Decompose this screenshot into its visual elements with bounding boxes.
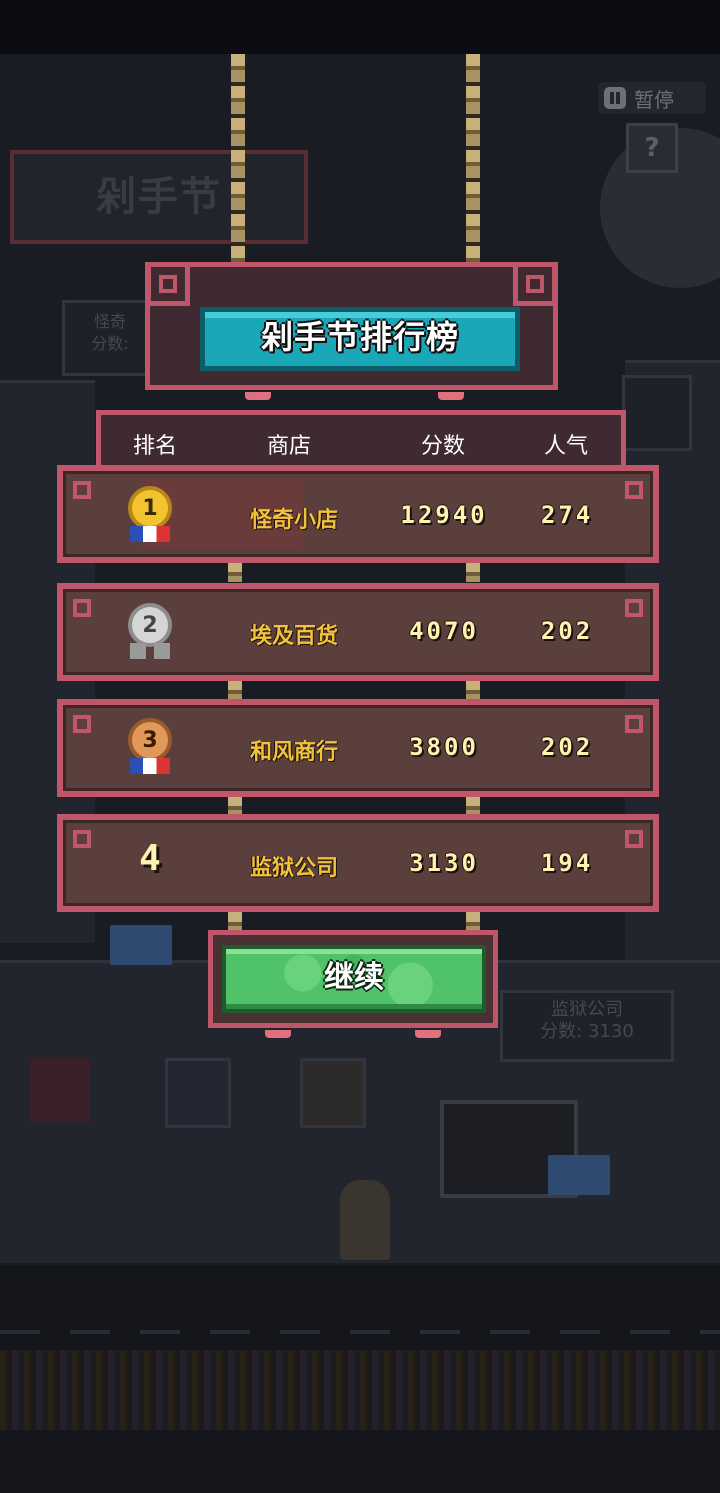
bg-board-name: 监狱公司 xyxy=(551,999,623,1020)
chain-link xyxy=(466,560,480,582)
chain-link xyxy=(466,794,480,816)
chain-link xyxy=(466,910,480,932)
rank-2: 2 xyxy=(142,613,158,638)
corner-ornament xyxy=(73,715,91,733)
lantern-left xyxy=(245,392,271,400)
row-3-shop: 和风商行 xyxy=(249,740,338,765)
corner-ornament xyxy=(625,481,643,499)
help-button[interactable]: ? xyxy=(626,123,678,173)
row-4-shop: 监狱公司 xyxy=(249,856,338,881)
chain-link xyxy=(228,678,242,700)
corner-ornament xyxy=(73,599,91,617)
shopkeeper xyxy=(340,1180,390,1260)
cash-register xyxy=(110,925,172,965)
chain-link xyxy=(466,678,480,700)
lantern-left xyxy=(265,1030,291,1038)
top-bar xyxy=(0,0,720,54)
street-lane xyxy=(0,1330,720,1334)
ribbon-icon xyxy=(130,758,170,774)
bg-rival-board: 怪奇 分数: xyxy=(62,300,158,376)
chain-right xyxy=(466,54,480,269)
chain-link xyxy=(228,794,242,816)
ribbon-icon xyxy=(130,643,170,659)
pause-label: 暂停 xyxy=(634,87,674,112)
bg-rival-score-label: 分数: xyxy=(91,334,129,353)
header-rank: 排名 xyxy=(132,434,177,459)
header-score: 分数 xyxy=(420,434,465,459)
header-popularity: 人气 xyxy=(543,434,588,459)
row-2-popularity: 202 xyxy=(540,617,594,645)
corner-ornament xyxy=(625,599,643,617)
help-icon: ? xyxy=(644,133,660,163)
silver-medal-icon: 2 xyxy=(128,603,172,647)
bg-board-score: 分数: 3130 xyxy=(540,1021,634,1042)
row-4-score: 3130 xyxy=(409,849,479,877)
row-2-score: 4070 xyxy=(409,617,479,645)
bg-item xyxy=(30,1058,90,1122)
header-shop: 商店 xyxy=(266,434,311,459)
lantern-right xyxy=(438,392,464,400)
corner-ornament xyxy=(73,830,91,848)
rank-1: 1 xyxy=(142,496,158,521)
pause-button[interactable]: 暂停 xyxy=(598,82,706,114)
cash-register xyxy=(548,1155,610,1195)
bg-score-board: 监狱公司 分数: 3130 xyxy=(500,990,674,1062)
knot-ornament-left xyxy=(146,262,190,306)
row-4-popularity: 194 xyxy=(540,849,594,877)
row-3-popularity: 202 xyxy=(540,733,594,761)
crowd xyxy=(0,1350,720,1430)
corner-ornament xyxy=(625,830,643,848)
event-sign: 剁手节 xyxy=(10,150,308,244)
corner-ornament xyxy=(73,481,91,499)
lantern-right xyxy=(415,1030,441,1038)
gold-medal-icon: 1 xyxy=(128,486,172,530)
bronze-medal-icon: 3 xyxy=(128,718,172,762)
row-2-shop: 埃及百货 xyxy=(249,624,338,649)
pause-icon xyxy=(604,87,626,109)
row-3-score: 3800 xyxy=(409,733,479,761)
leaderboard-title: 剁手节排行榜 xyxy=(260,318,459,356)
ribbon-icon xyxy=(130,526,170,542)
chain-link xyxy=(228,560,242,582)
bg-item xyxy=(165,1058,231,1128)
rank-3: 3 xyxy=(142,728,158,753)
row-1-score: 12940 xyxy=(400,501,488,529)
corner-ornament xyxy=(625,715,643,733)
knot-ornament-right xyxy=(513,262,557,306)
rank-4: 4 xyxy=(139,838,161,879)
row-1-shop: 怪奇小店 xyxy=(249,508,338,533)
row-1-popularity: 274 xyxy=(540,501,594,529)
event-sign-text: 剁手节 xyxy=(96,174,222,220)
chain-left xyxy=(231,54,245,269)
continue-button-label[interactable]: 继续 xyxy=(222,945,486,1013)
bg-item xyxy=(300,1058,366,1128)
bg-rival-name: 怪奇 xyxy=(93,312,126,331)
chain-link xyxy=(228,910,242,932)
bg-frame-right xyxy=(622,375,692,451)
